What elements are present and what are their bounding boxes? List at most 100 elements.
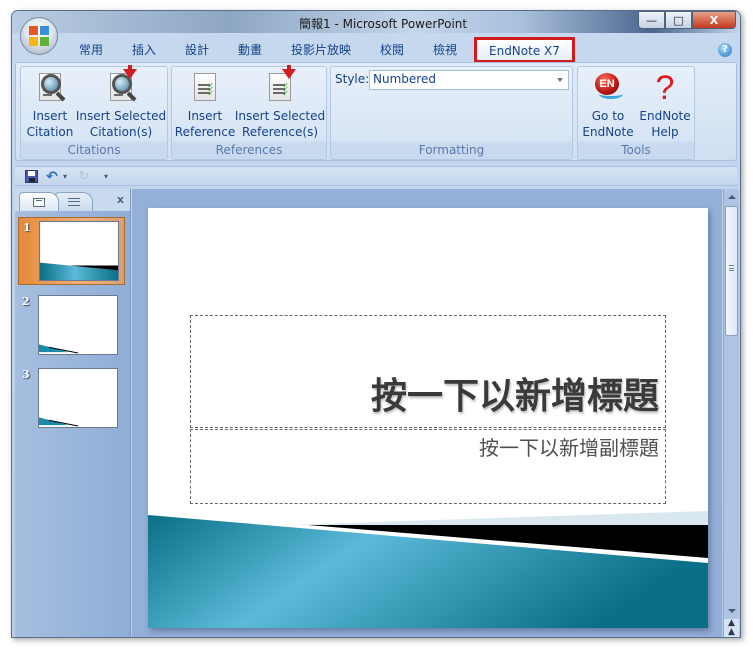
endnote-logo-icon: EN <box>591 71 625 105</box>
style-label: Style: <box>335 72 370 86</box>
group-label-tools: Tools <box>578 142 694 159</box>
group-references: ✓ ✓ ✓ Insert Reference ✓ ✓ ✓ Insert Selected… <box>171 65 327 160</box>
tab-home[interactable]: 常用 <box>79 41 103 58</box>
insert-reference-label-2: Reference <box>174 125 236 139</box>
double-chevron-up-icon: ▲ ▲ <box>728 618 735 637</box>
maximize-icon: □ <box>673 13 684 27</box>
close-button[interactable]: X <box>692 11 736 29</box>
slide-number: 1 <box>23 221 31 234</box>
close-pane-icon[interactable]: x <box>117 193 124 206</box>
chevron-down-icon <box>557 78 563 82</box>
slide-number: 2 <box>22 295 30 308</box>
slide-thumbnail-image <box>38 295 118 355</box>
ribbon: Insert Citation Insert Selected Citation… <box>15 62 737 161</box>
tab-review[interactable]: 校閱 <box>380 41 404 58</box>
style-value: Numbered <box>373 72 436 86</box>
slides-pane: x 1 2 3 <box>15 189 131 637</box>
group-tools: EN Go to EndNote ? EndNote Help Tools <box>577 66 695 160</box>
help-icon[interactable]: ? <box>718 43 732 57</box>
tab-animations[interactable]: 動畫 <box>238 41 262 58</box>
minimize-icon: — <box>646 13 657 27</box>
tab-endnote[interactable]: EndNote X7 <box>474 37 575 63</box>
redo-button[interactable]: ↻ <box>77 169 91 184</box>
insert-selected-references-label-2: Reference(s) <box>241 125 319 139</box>
tab-insert[interactable]: 插入 <box>132 41 156 58</box>
window-controls: — □ X <box>638 11 736 29</box>
previous-slide-button[interactable]: ▲ ▲ <box>724 619 739 637</box>
scrollbar-thumb[interactable] <box>725 206 738 336</box>
chevron-down-icon: ▾ <box>62 172 67 181</box>
window-title: 簡報1 - Microsoft PowerPoint <box>299 17 468 31</box>
slide-thumbnail-image <box>39 221 119 281</box>
subtitle-placeholder-text: 按一下以新增副標題 <box>479 436 659 460</box>
current-slide: 按一下以新增標題 按一下以新增副標題 <box>148 208 708 628</box>
undo-dropdown-button[interactable]: ▾ <box>61 169 69 184</box>
ribbon-tabs: 常用 插入 設計 動畫 投影片放映 校閱 檢視 EndNote X7 <box>12 37 740 63</box>
save-icon <box>24 170 38 183</box>
slide-decoration <box>148 511 708 628</box>
magnifier-document-arrow-icon <box>104 65 138 105</box>
subtitle-placeholder[interactable]: 按一下以新增副標題 <box>190 429 666 504</box>
powerpoint-window: 簡報1 - Microsoft PowerPoint — □ X 常用 插入 設… <box>11 10 741 638</box>
insert-reference-button[interactable]: ✓ ✓ ✓ Insert Reference <box>174 71 236 140</box>
insert-selected-citations-label-2: Citation(s) <box>89 125 153 139</box>
tab-slideshow[interactable]: 投影片放映 <box>291 41 351 58</box>
outline-icon <box>68 198 80 206</box>
slide-thumbnail-3[interactable]: 3 <box>18 365 125 433</box>
endnote-help-label-2: Help <box>651 125 679 139</box>
vertical-scrollbar[interactable]: ▲ ▲ <box>723 189 739 637</box>
tab-design[interactable]: 設計 <box>185 41 209 58</box>
question-mark-icon: ? <box>655 69 675 107</box>
undo-icon: ↶ <box>46 168 58 185</box>
style-dropdown[interactable]: Numbered <box>369 70 569 90</box>
slide-editor: 按一下以新增標題 按一下以新增副標題 <box>132 189 722 637</box>
group-label-references: References <box>172 142 326 159</box>
magnifier-document-icon <box>33 71 67 105</box>
group-label-citations: Citations <box>21 142 167 159</box>
quick-access-toolbar: ↶ ▾ ↻ ▾ <box>15 166 737 186</box>
grip-icon <box>729 265 734 271</box>
slide-thumbnail-1[interactable]: 1 <box>18 217 125 285</box>
go-to-endnote-label-2: EndNote <box>582 125 634 139</box>
title-bar: 簡報1 - Microsoft PowerPoint — □ X <box>12 11 740 33</box>
slide-number: 3 <box>22 368 30 381</box>
office-logo-icon <box>29 26 49 46</box>
pane-tabs: x <box>15 189 130 211</box>
redo-icon: ↻ <box>78 169 90 184</box>
group-label-formatting: Formatting <box>331 142 572 159</box>
scroll-down-icon[interactable] <box>728 609 736 613</box>
minimize-button[interactable]: — <box>638 11 665 29</box>
office-button[interactable] <box>20 17 58 55</box>
maximize-button[interactable]: □ <box>665 11 692 29</box>
insert-selected-references-label-1: Insert Selected <box>234 109 326 123</box>
scroll-up-icon[interactable] <box>728 195 736 199</box>
slide-thumbnail-image <box>38 368 118 428</box>
tab-view[interactable]: 檢視 <box>433 41 457 58</box>
insert-selected-citations-button[interactable]: Insert Selected Citation(s) <box>75 65 167 140</box>
customize-qat-button[interactable]: ▾ <box>101 169 111 184</box>
endnote-help-label-1: EndNote <box>639 109 691 123</box>
group-formatting: Style: Numbered Formatting <box>330 66 573 160</box>
insert-selected-citations-label-1: Insert Selected <box>75 109 167 123</box>
insert-citation-label-2: Citation <box>26 125 74 139</box>
title-placeholder[interactable]: 按一下以新增標題 <box>190 315 666 428</box>
save-button[interactable] <box>24 169 38 184</box>
endnote-help-button[interactable]: ? EndNote Help <box>636 71 694 140</box>
undo-button[interactable]: ↶ <box>45 168 59 185</box>
insert-citation-label-1: Insert <box>32 109 68 123</box>
go-to-endnote-button[interactable]: EN Go to EndNote <box>580 71 636 140</box>
slide-icon <box>33 197 45 207</box>
close-icon: X <box>709 13 719 27</box>
tab-slides[interactable] <box>19 192 59 211</box>
reference-document-arrow-icon: ✓ ✓ ✓ <box>263 65 297 105</box>
insert-citation-button[interactable]: Insert Citation <box>25 71 75 140</box>
go-to-endnote-label-1: Go to <box>591 109 625 123</box>
group-citations: Insert Citation Insert Selected Citation… <box>20 65 168 160</box>
insert-selected-references-button[interactable]: ✓ ✓ ✓ Insert Selected Reference(s) <box>234 65 326 140</box>
insert-reference-label-1: Insert <box>187 109 223 123</box>
customize-icon: ▾ <box>103 172 108 181</box>
reference-document-icon: ✓ ✓ ✓ <box>188 71 222 105</box>
tab-outline[interactable] <box>55 192 93 211</box>
slide-thumbnail-2[interactable]: 2 <box>18 292 125 360</box>
title-placeholder-text: 按一下以新增標題 <box>370 376 659 417</box>
